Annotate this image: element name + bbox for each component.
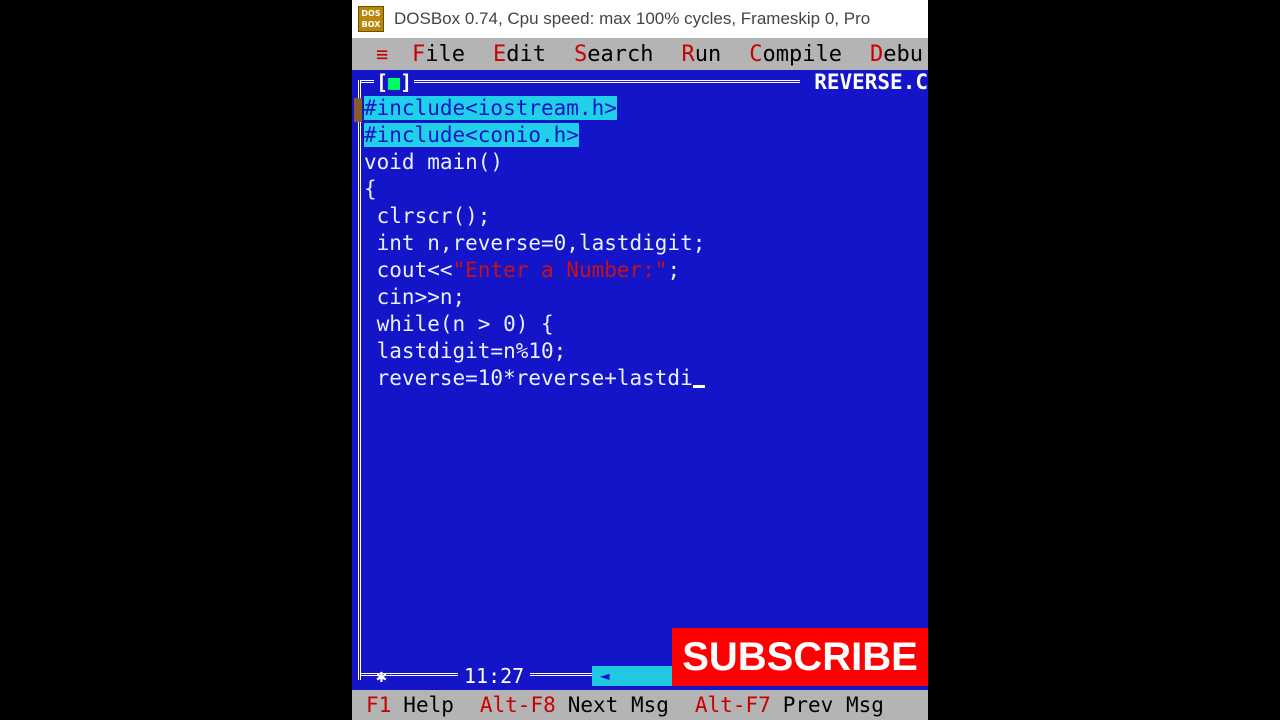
status-bar: F1 Help Alt-F8 Next Msg Alt-F7 Prev Msg [352, 690, 928, 720]
selected-text: #include<conio.h> [364, 123, 579, 147]
menu-search[interactable]: Search [574, 42, 653, 67]
string-literal: "Enter a Number:" [452, 258, 668, 282]
code-line-4: { [364, 177, 377, 201]
menu-search-label: earch [587, 41, 654, 67]
menu-compile[interactable]: Compile [749, 42, 842, 67]
menu-debug-hotkey: D [870, 41, 884, 67]
text-cursor [692, 385, 705, 388]
scroll-left-arrow-icon[interactable]: ◄ [600, 666, 610, 685]
code-line-6: int n,reverse=0,lastdigit; [364, 231, 706, 255]
status-key-alt-f7[interactable]: Alt-F7 [695, 693, 771, 717]
editor-window[interactable]: [■] REVERSE.C #include<iostream.h> #incl… [352, 70, 928, 692]
menu-run-label: un [694, 41, 722, 67]
block-marker [354, 98, 362, 122]
menu-file-hotkey: F [412, 41, 426, 67]
icon-text-box: BOX [361, 20, 381, 29]
status-label-next-msg[interactable]: Next Msg [568, 693, 669, 717]
menu-file-label: ile [425, 41, 466, 67]
title-bar: DOS BOX DOSBox 0.74, Cpu speed: max 100%… [352, 0, 928, 38]
icon-text-dos: DOS [361, 9, 381, 18]
menu-edit-hotkey: E [493, 41, 507, 67]
code-line-11: reverse=10*reverse+lastdi [364, 365, 705, 392]
menu-file[interactable]: File [412, 42, 465, 67]
menu-bar: ≡ File Edit Search Run Compile Debu [352, 38, 928, 70]
subscribe-button[interactable]: SUBSCRIBE [672, 628, 928, 686]
frame-top-border [360, 80, 800, 87]
selected-text: #include<iostream.h> [364, 96, 617, 120]
menu-compile-label: ompile [762, 41, 843, 67]
star-icon: ✱ [376, 666, 387, 687]
code-line-11-text: reverse=10*reverse+lastdi [364, 366, 693, 390]
menu-run[interactable]: Run [682, 42, 722, 67]
code-cout: cout<< [364, 258, 453, 282]
code-line-10: lastdigit=n%10; [364, 339, 567, 363]
code-area[interactable]: #include<iostream.h> #include<conio.h> v… [364, 95, 705, 392]
window-title: DOSBox 0.74, Cpu speed: max 100% cycles,… [394, 9, 871, 28]
close-box-button[interactable]: [■] [374, 70, 415, 94]
code-line-8: cin>>n; [364, 285, 466, 309]
system-menu-icon[interactable]: ≡ [376, 42, 388, 66]
code-semicolon: ; [667, 258, 681, 282]
code-line-1: #include<iostream.h> [364, 95, 705, 122]
dosbox-window: DOS BOX DOSBox 0.74, Cpu speed: max 100%… [352, 0, 928, 720]
menu-search-hotkey: S [574, 41, 588, 67]
close-box-mark: ■ [388, 70, 401, 94]
menu-compile-hotkey: C [749, 41, 763, 67]
menu-run-hotkey: R [681, 41, 695, 67]
close-box-close: ] [400, 70, 413, 94]
menu-edit[interactable]: Edit [493, 42, 546, 67]
status-key-alt-f8[interactable]: Alt-F8 [480, 693, 556, 717]
file-name-title: REVERSE.C [804, 70, 928, 94]
code-line-7: cout<<"Enter a Number:"; [364, 257, 705, 284]
status-label-prev-msg[interactable]: Prev Msg [783, 693, 884, 717]
menu-edit-label: dit [506, 41, 547, 67]
code-line-2: #include<conio.h> [364, 122, 705, 149]
code-line-3: void main() [364, 150, 504, 174]
code-line-9: while(n > 0) { [364, 312, 554, 336]
line-column-indicator: 11:27 [458, 664, 531, 688]
status-key-f1[interactable]: F1 [366, 693, 391, 717]
status-label-help[interactable]: Help [403, 693, 454, 717]
menu-debug[interactable]: Debu [870, 42, 923, 67]
close-box-open: [ [376, 70, 389, 94]
dosbox-app-icon: DOS BOX [358, 6, 384, 32]
menu-debug-label: ebu [883, 41, 924, 67]
code-line-5: clrscr(); [364, 204, 491, 228]
